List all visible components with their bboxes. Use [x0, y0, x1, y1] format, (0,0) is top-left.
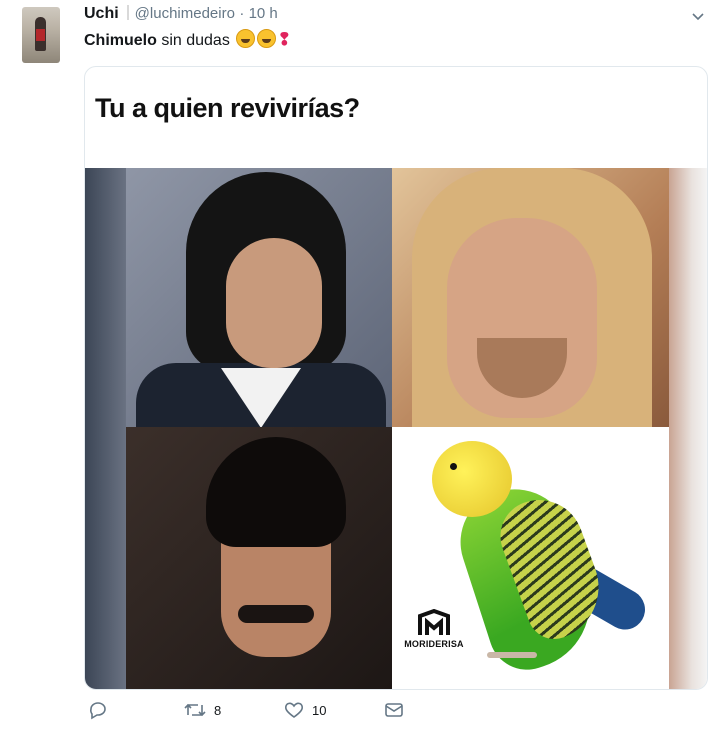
rolling-laughing-emoji-icon	[236, 29, 256, 48]
photo-top-left	[126, 168, 392, 427]
reply-button[interactable]	[88, 700, 116, 720]
chevron-down-icon[interactable]	[690, 9, 706, 25]
photo-top-right	[392, 168, 669, 427]
avatar-figure-accent	[36, 29, 45, 41]
retweet-icon	[184, 703, 206, 717]
meme-question: Tu a quien revivirías?	[95, 93, 360, 123]
watermark-logo: MORIDERISA	[402, 609, 466, 649]
retweet-count: 8	[214, 702, 222, 718]
envelope-icon	[385, 703, 403, 717]
photo-bottom-right-parakeet: MORIDERISA	[392, 427, 669, 689]
exclamation-emoji-icon: ❢	[277, 30, 292, 49]
watermark-logo-icon	[418, 609, 450, 635]
user-avatar[interactable]	[22, 7, 60, 63]
rolling-laughing-emoji-icon	[257, 29, 277, 48]
reply-icon	[90, 702, 106, 720]
photo-edge-left	[85, 168, 126, 689]
tweet-text-rest: sin dudas	[156, 32, 230, 49]
meme-photo-grid[interactable]: MORIDERISA	[85, 168, 707, 689]
heart-icon	[284, 702, 304, 718]
user-name[interactable]: Uchi	[84, 5, 119, 22]
user-handle[interactable]: @luchimedeiro	[135, 5, 235, 22]
tweet-time[interactable]: · 10 h	[239, 5, 277, 22]
photo-bottom-left	[126, 427, 392, 689]
direct-message-button[interactable]	[384, 700, 404, 720]
name-separator	[126, 5, 129, 20]
photo-edge-right	[669, 168, 707, 689]
tweet-header: Uchi @luchimedeiro · 10 h	[84, 5, 700, 25]
like-button[interactable]: 10	[284, 700, 326, 720]
retweet-button[interactable]: 8	[184, 700, 221, 720]
tweet-text-bold[interactable]: Chimuelo	[84, 32, 157, 49]
watermark-text: MORIDERISA	[404, 639, 464, 649]
like-count: 10	[312, 702, 327, 718]
tweet-actions: 8 10	[84, 700, 484, 724]
tweet-text: Chimuelo sin dudas ❢	[84, 29, 292, 50]
tweet-media-card[interactable]: Tu a quien revivirías? MORIDERISA	[84, 66, 708, 690]
